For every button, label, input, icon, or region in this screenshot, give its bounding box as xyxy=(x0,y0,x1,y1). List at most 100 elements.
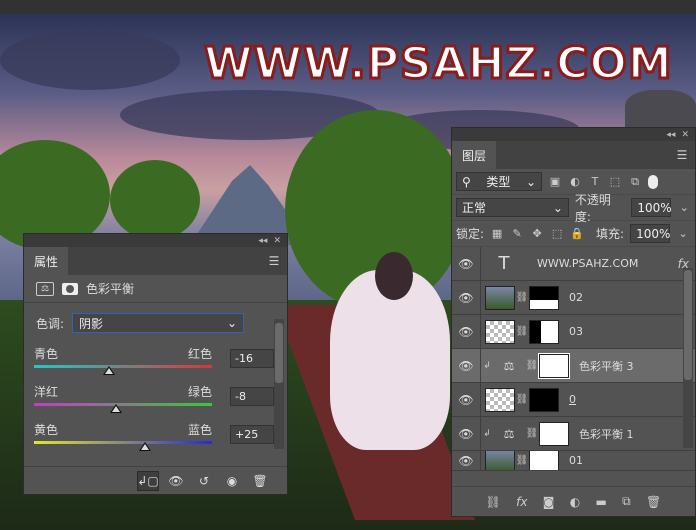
panel-titlebar[interactable]: ◂◂ ✕ xyxy=(24,234,287,247)
panel-menu-icon[interactable]: ☰ xyxy=(669,141,695,169)
slider-thumb[interactable] xyxy=(102,366,115,375)
close-icon[interactable]: ✕ xyxy=(681,130,689,140)
opacity-field[interactable]: 100% xyxy=(631,198,672,217)
chevron-down-icon[interactable]: ⌄ xyxy=(677,201,691,214)
panel-titlebar[interactable]: ◂◂ ✕ xyxy=(452,128,695,141)
slider-thumb[interactable] xyxy=(139,442,152,451)
collapse-icon[interactable]: ◂◂ xyxy=(258,236,267,246)
lock-transparent-icon[interactable]: ▦ xyxy=(490,227,504,240)
mask-icon[interactable] xyxy=(62,282,78,295)
filter-smart-object-icon[interactable]: ⧉ xyxy=(628,175,642,189)
layer-mask-thumbnail[interactable] xyxy=(529,285,559,310)
layer-name: 色彩平衡 3 xyxy=(579,359,634,373)
rock xyxy=(625,90,696,130)
layer-mask-thumbnail[interactable] xyxy=(539,421,569,446)
clipping-arrow-icon: ↲ xyxy=(483,428,491,439)
tab-properties[interactable]: 属性 xyxy=(24,247,69,275)
eye-icon[interactable]: 👁 xyxy=(452,257,480,271)
layer-row[interactable]: 👁 ⛓ 01 xyxy=(452,451,695,471)
layer-mask-thumbnail[interactable] xyxy=(529,387,559,412)
balance-scale-icon: ⚖ xyxy=(503,358,515,373)
adjustment-title: 色彩平衡 xyxy=(86,282,135,296)
chevron-down-icon: ⌄ xyxy=(552,200,563,215)
filter-image-icon[interactable]: ▣ xyxy=(548,175,562,188)
tab-layers[interactable]: 图层 xyxy=(452,141,497,169)
filter-text-icon[interactable]: T xyxy=(588,175,602,188)
layer-row[interactable]: 👁 ⛓ 0 xyxy=(452,382,695,417)
link-icon[interactable]: ⛓ xyxy=(515,292,529,303)
blend-mode-select[interactable]: 正常 ⌄ xyxy=(456,198,569,217)
lock-move-icon[interactable]: ✥ xyxy=(530,227,544,240)
eye-icon[interactable]: 👁 xyxy=(452,393,480,407)
lock-artboard-icon[interactable]: ⬚ xyxy=(550,227,564,240)
toggle-visibility-button[interactable]: ◉ xyxy=(221,471,243,491)
layer-name: 0 xyxy=(569,393,576,406)
link-layers-icon[interactable]: ⛓ xyxy=(486,495,501,509)
slider-value-field[interactable]: +25 xyxy=(230,425,274,444)
filter-toggle[interactable] xyxy=(648,174,658,189)
chevron-down-icon[interactable]: ⌄ xyxy=(676,227,690,240)
reset-button[interactable]: ↺ xyxy=(193,471,215,491)
slider-thumb[interactable] xyxy=(109,404,122,413)
tone-label: 色调: xyxy=(36,316,65,331)
slider-value-field[interactable]: -8 xyxy=(230,387,274,406)
blend-mode-value: 正常 xyxy=(462,201,487,215)
filter-shape-icon[interactable]: ⬚ xyxy=(608,175,622,188)
eye-icon[interactable]: 👁 xyxy=(452,454,480,468)
link-icon[interactable]: ⛓ xyxy=(515,394,529,405)
view-previous-state-button[interactable]: 👁 xyxy=(165,471,187,491)
fx-button[interactable]: fx xyxy=(516,495,527,509)
adjustment-layer-icon[interactable]: ◐ xyxy=(570,495,580,509)
filter-kind-select[interactable]: ⚲ 类型 ⌄ xyxy=(456,172,542,191)
filter-adjustment-icon[interactable]: ◐ xyxy=(568,175,582,188)
layer-row[interactable]: 👁 ⛓ 02 xyxy=(452,280,695,315)
slider-right-label: 红色 xyxy=(187,347,212,361)
magenta-green-slider[interactable]: 洋红 绿色 -8 xyxy=(34,377,274,415)
add-mask-icon[interactable]: ◙ xyxy=(543,495,555,509)
tone-select[interactable]: 阴影 ⌄ xyxy=(72,313,245,333)
balance-scale-icon: ⚖ xyxy=(503,426,515,441)
layer-mask-thumbnail[interactable] xyxy=(529,319,559,344)
properties-scrollbar[interactable] xyxy=(274,319,284,449)
layers-scrollbar[interactable] xyxy=(683,268,693,448)
new-layer-icon[interactable]: ⧉ xyxy=(622,494,631,509)
trash-icon[interactable]: 🗑 xyxy=(646,495,661,509)
link-icon[interactable]: ⛓ xyxy=(525,428,539,439)
slider-track[interactable] xyxy=(34,403,212,406)
eye-icon[interactable]: 👁 xyxy=(452,325,480,339)
slider-value-field[interactable]: -16 xyxy=(230,349,274,368)
cloud xyxy=(0,30,180,90)
link-icon[interactable]: ⛓ xyxy=(515,455,529,466)
layer-mask-thumbnail[interactable] xyxy=(529,451,559,470)
collapse-icon[interactable]: ◂◂ xyxy=(666,130,675,140)
layer-name: WWW.PSAHZ.COM xyxy=(537,257,639,270)
fill-label: 填充: xyxy=(596,227,625,241)
new-group-icon[interactable]: ▬ xyxy=(596,495,607,509)
scroll-thumb[interactable] xyxy=(684,270,692,380)
yellow-blue-slider[interactable]: 黄色 蓝色 +25 xyxy=(34,415,274,453)
slider-right-label: 绿色 xyxy=(187,385,212,399)
lock-brush-icon[interactable]: ✎ xyxy=(510,227,524,240)
layer-row[interactable]: 👁 ↲ ⚖ ⛓ 色彩平衡 1 xyxy=(452,416,695,451)
link-icon[interactable]: ⛓ xyxy=(515,326,529,337)
tree xyxy=(110,160,200,240)
eye-icon[interactable]: 👁 xyxy=(452,359,480,373)
eye-icon[interactable]: 👁 xyxy=(452,427,480,441)
slider-track[interactable] xyxy=(34,365,212,368)
scroll-thumb[interactable] xyxy=(275,323,283,383)
lock-all-icon[interactable]: 🔒 xyxy=(570,227,584,240)
slider-track[interactable] xyxy=(34,441,212,444)
close-icon[interactable]: ✕ xyxy=(273,236,281,246)
layer-row-selected[interactable]: 👁 ↲ ⚖ ⛓ 色彩平衡 3 xyxy=(452,348,695,383)
cyan-red-slider[interactable]: 青色 红色 -16 xyxy=(34,339,274,377)
delete-button[interactable]: 🗑 xyxy=(249,471,271,491)
fill-field[interactable]: 100% xyxy=(630,224,670,243)
layer-row[interactable]: 👁 T WWW.PSAHZ.COM fx xyxy=(452,246,695,281)
layer-row[interactable]: 👁 ⛓ 03 xyxy=(452,314,695,349)
link-icon[interactable]: ⛓ xyxy=(525,360,539,371)
layer-mask-thumbnail[interactable] xyxy=(538,352,570,379)
eye-icon[interactable]: 👁 xyxy=(452,291,480,305)
panel-menu-icon[interactable]: ☰ xyxy=(261,247,287,275)
chevron-down-icon: ⌄ xyxy=(525,174,536,189)
clip-to-layer-button[interactable]: ↲▢ xyxy=(137,470,159,491)
